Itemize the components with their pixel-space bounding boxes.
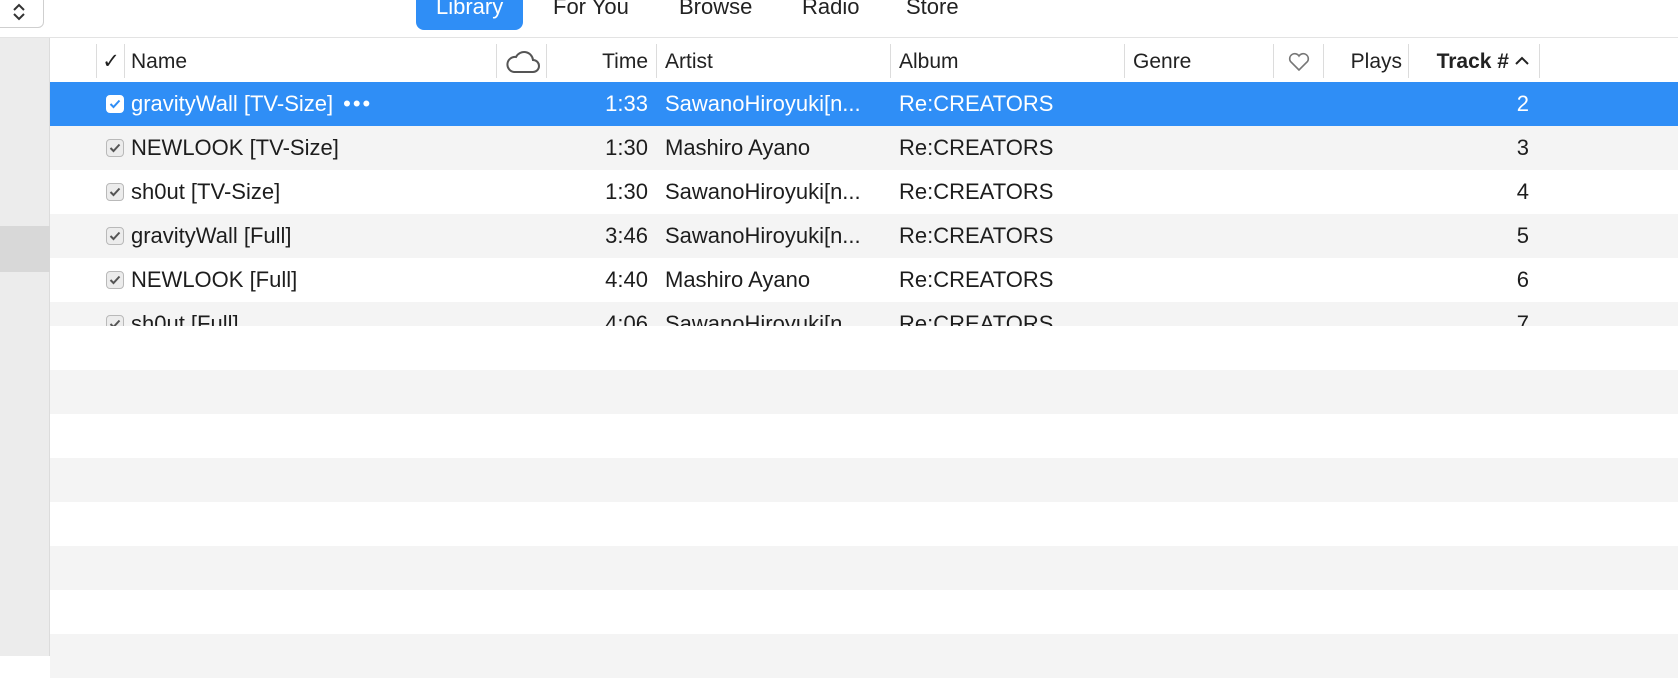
column-header-icloud[interactable] bbox=[504, 38, 544, 83]
song-time: 3:46 bbox=[605, 223, 648, 248]
empty-row bbox=[50, 590, 1678, 634]
column-separator bbox=[1539, 44, 1540, 78]
song-track-number: 2 bbox=[1516, 91, 1529, 116]
song-artist: SawanoHiroyuki[n... bbox=[665, 179, 861, 204]
column-separator bbox=[1323, 44, 1324, 78]
column-separator bbox=[546, 44, 547, 78]
song-track-number: 6 bbox=[1516, 267, 1529, 292]
table-row[interactable]: gravityWall [TV-Size] ••• 1:33 SawanoHiroyu… bbox=[50, 82, 1678, 126]
column-header-checked[interactable]: ✓ bbox=[101, 38, 121, 83]
empty-row bbox=[50, 414, 1678, 458]
column-separator bbox=[656, 44, 657, 78]
song-checkbox[interactable] bbox=[106, 227, 124, 245]
tab-browse[interactable]: Browse bbox=[679, 0, 752, 30]
song-checkbox[interactable] bbox=[106, 139, 124, 157]
song-time: 4:40 bbox=[605, 267, 648, 292]
song-artist: SawanoHiroyuki[n... bbox=[665, 91, 861, 116]
song-checkbox[interactable] bbox=[106, 271, 124, 289]
song-artist: Mashiro Ayano bbox=[665, 135, 811, 160]
tab-library[interactable]: Library bbox=[416, 0, 524, 30]
column-header-genre[interactable]: Genre bbox=[1133, 38, 1191, 83]
song-name: gravityWall [Full] bbox=[131, 214, 491, 258]
song-name-text: NEWLOOK [Full] bbox=[131, 267, 298, 292]
sidebar-selected-item[interactable] bbox=[0, 226, 50, 272]
media-picker-stepper[interactable] bbox=[0, 0, 44, 28]
table-row[interactable]: sh0ut [TV-Size] 1:30 SawanoHiroyuki[n... Re… bbox=[50, 170, 1678, 214]
column-separator bbox=[96, 44, 97, 78]
column-header-album[interactable]: Album bbox=[899, 38, 959, 83]
song-name-text: NEWLOOK [TV-Size] bbox=[131, 135, 339, 160]
column-separator bbox=[1124, 44, 1125, 78]
empty-row bbox=[50, 326, 1678, 370]
table-row[interactable]: NEWLOOK [TV-Size] 1:30 Mashiro Ayano Re:CRE… bbox=[50, 126, 1678, 170]
column-separator bbox=[1273, 44, 1274, 78]
song-name: gravityWall [TV-Size] ••• bbox=[131, 82, 491, 126]
chevron-up-down-icon bbox=[13, 3, 25, 21]
checkmark-icon bbox=[109, 187, 121, 197]
song-checkbox[interactable] bbox=[106, 95, 124, 113]
empty-row bbox=[50, 370, 1678, 414]
song-name: NEWLOOK [Full] bbox=[131, 258, 491, 302]
tab-radio[interactable]: Radio bbox=[802, 0, 859, 30]
song-name-text: gravityWall [TV-Size] bbox=[131, 91, 334, 116]
song-name-text: gravityWall [Full] bbox=[131, 223, 292, 248]
column-header-name[interactable]: Name bbox=[131, 38, 187, 83]
song-artist: SawanoHiroyuki[n... bbox=[665, 223, 861, 248]
column-separator bbox=[890, 44, 891, 78]
table-header: ✓ Name Time Artist Album Genre Plays Tra… bbox=[50, 38, 1678, 84]
song-track-number: 5 bbox=[1516, 223, 1529, 248]
sidebar bbox=[0, 38, 50, 656]
empty-row bbox=[50, 502, 1678, 546]
sort-ascending-indicator bbox=[1514, 38, 1530, 83]
column-header-track-number[interactable]: Track # bbox=[1412, 38, 1509, 83]
top-tab-bar: Library For You Browse Radio Store bbox=[0, 0, 1678, 38]
table-row[interactable]: NEWLOOK [Full] 4:40 Mashiro Ayano Re:CREATO… bbox=[50, 258, 1678, 302]
checkmark-icon bbox=[109, 231, 121, 241]
more-options-button[interactable]: ••• bbox=[343, 91, 372, 116]
table-row[interactable]: gravityWall [Full] 3:46 SawanoHiroyuki[n..… bbox=[50, 214, 1678, 258]
song-artist: Mashiro Ayano bbox=[665, 267, 811, 292]
tab-for-you[interactable]: For You bbox=[553, 0, 629, 30]
song-name: NEWLOOK [TV-Size] bbox=[131, 126, 491, 170]
empty-row bbox=[50, 546, 1678, 590]
song-checkbox[interactable] bbox=[106, 183, 124, 201]
checkmark-icon bbox=[109, 99, 121, 109]
column-separator bbox=[496, 44, 497, 78]
empty-row bbox=[50, 458, 1678, 502]
checkmark-icon bbox=[109, 275, 121, 285]
song-name: sh0ut [TV-Size] bbox=[131, 170, 491, 214]
tab-store[interactable]: Store bbox=[906, 0, 959, 30]
column-header-artist[interactable]: Artist bbox=[665, 38, 713, 83]
cloud-icon bbox=[506, 51, 540, 73]
column-separator bbox=[124, 44, 125, 78]
song-table: ✓ Name Time Artist Album Genre Plays Tra… bbox=[50, 38, 1678, 678]
song-time: 1:33 bbox=[605, 91, 648, 116]
song-album: Re:CREATORS bbox=[899, 223, 1054, 248]
song-album: Re:CREATORS bbox=[899, 91, 1054, 116]
empty-row bbox=[50, 634, 1678, 678]
song-album: Re:CREATORS bbox=[899, 135, 1054, 160]
song-time: 1:30 bbox=[605, 179, 648, 204]
song-album: Re:CREATORS bbox=[899, 179, 1054, 204]
song-name-text: sh0ut [TV-Size] bbox=[131, 179, 281, 204]
checkmark-icon bbox=[109, 143, 121, 153]
column-header-time[interactable]: Time bbox=[550, 38, 648, 83]
song-track-number: 4 bbox=[1516, 179, 1529, 204]
column-separator bbox=[1408, 44, 1409, 78]
column-header-love[interactable] bbox=[1286, 38, 1312, 83]
chevron-up-icon bbox=[1515, 56, 1529, 65]
heart-icon bbox=[1288, 52, 1310, 72]
song-time: 1:30 bbox=[605, 135, 648, 160]
song-album: Re:CREATORS bbox=[899, 267, 1054, 292]
song-track-number: 3 bbox=[1516, 135, 1529, 160]
column-header-plays[interactable]: Plays bbox=[1330, 38, 1402, 83]
